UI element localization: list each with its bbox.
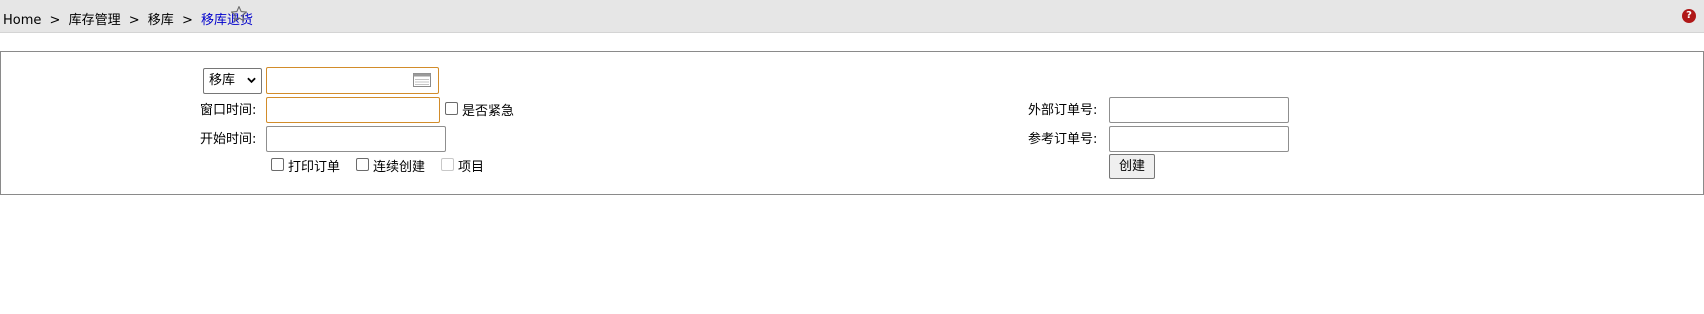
type-select[interactable]: 移库 xyxy=(203,68,262,94)
urgent-checkbox[interactable] xyxy=(445,102,458,115)
date-input[interactable] xyxy=(266,67,439,94)
type-select-value: 移库 xyxy=(209,73,236,88)
chevron-down-icon xyxy=(247,77,256,84)
reference-order-label: 参考订单号: xyxy=(1028,132,1098,147)
continuous-create-label: 连续创建 xyxy=(373,160,426,175)
print-order-label: 打印订单 xyxy=(288,160,341,175)
help-icon[interactable]: ? xyxy=(1682,9,1696,23)
external-order-label: 外部订单号: xyxy=(1028,103,1098,118)
print-order-checkbox[interactable] xyxy=(271,158,284,171)
top-bar: Home > 库存管理 > 移库 > 移库退货 ? xyxy=(0,0,1704,33)
breadcrumb-separator: > xyxy=(181,13,193,28)
breadcrumb-home[interactable]: Home xyxy=(3,13,41,28)
form-panel: 移库 窗口时间: 是否紧急 外部订单号: 开始时间: 参考订单号: 打印订单 连… xyxy=(0,51,1704,195)
breadcrumb-transfer[interactable]: 移库 xyxy=(148,13,174,28)
reference-order-input[interactable] xyxy=(1109,126,1289,152)
window-time-label: 窗口时间: xyxy=(200,103,257,118)
breadcrumb-separator: > xyxy=(49,13,61,28)
star-icon[interactable] xyxy=(230,5,248,23)
window-time-input[interactable] xyxy=(266,97,440,123)
urgent-label: 是否紧急 xyxy=(462,104,515,119)
continuous-create-checkbox[interactable] xyxy=(356,158,369,171)
external-order-input[interactable] xyxy=(1109,97,1289,123)
create-button[interactable]: 创建 xyxy=(1109,154,1155,179)
project-checkbox xyxy=(441,158,454,171)
start-time-input[interactable] xyxy=(266,126,446,152)
breadcrumb-inventory[interactable]: 库存管理 xyxy=(69,13,121,28)
breadcrumb-separator: > xyxy=(128,13,140,28)
calendar-icon[interactable] xyxy=(413,73,431,87)
project-label: 项目 xyxy=(458,160,485,175)
start-time-label: 开始时间: xyxy=(200,132,257,147)
breadcrumb: Home > 库存管理 > 移库 > 移库退货 xyxy=(3,9,253,28)
